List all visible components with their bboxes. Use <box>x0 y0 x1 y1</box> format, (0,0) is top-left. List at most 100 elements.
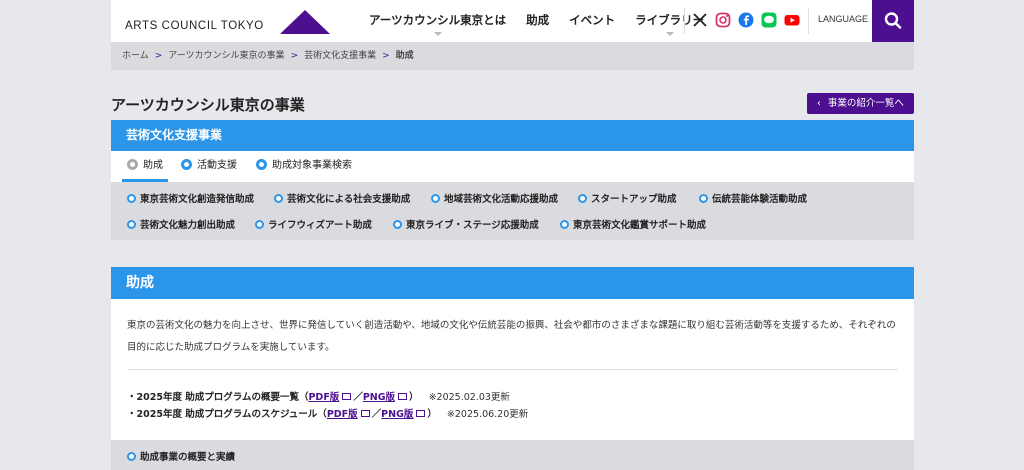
breadcrumb: ホーム > アーツカウンシル東京の事業 > 芸術文化支援事業 > 助成 <box>111 42 914 70</box>
circle-bullet-icon <box>393 220 402 229</box>
main-nav: アーツカウンシル東京とは 助成 イベント ライブラリー <box>359 0 714 42</box>
support-subnav: 東京芸術文化創造発信助成 芸術文化による社会支援助成 地域芸術文化活動応援助成 … <box>111 182 914 240</box>
subnav-item-label: 東京ライブ・ステージ応援助成 <box>406 220 539 231</box>
external-link-icon <box>416 410 426 417</box>
page-title: アーツカウンシル東京の事業 <box>111 96 305 114</box>
nav-events[interactable]: イベント <box>559 0 625 42</box>
subnav-item-label: 伝統芸能体験活動助成 <box>712 194 808 205</box>
subnav-item-label: 芸術文化による社会支援助成 <box>287 194 411 205</box>
item-suffix: ） <box>409 392 419 403</box>
chevron-left-icon: ‹ <box>817 98 821 109</box>
search-button[interactable] <box>872 0 914 42</box>
instagram-icon[interactable] <box>715 12 731 28</box>
external-link-icon <box>342 393 352 400</box>
divider <box>127 369 898 370</box>
subnav-item[interactable]: スタートアップ助成 <box>578 191 677 205</box>
circle-bullet-icon <box>578 194 587 203</box>
subnav-item[interactable]: 東京芸術文化創造発信助成 <box>127 191 254 205</box>
tab-activity-support[interactable]: 活動支援 <box>181 151 237 182</box>
line-icon[interactable] <box>761 12 777 28</box>
support-section-header: 芸術文化支援事業 <box>111 120 914 151</box>
language-selector[interactable]: LANGUAGE <box>818 14 868 24</box>
support-tabs: 助成 活動支援 助成対象事業検索 <box>111 151 914 182</box>
subnav-item-label: 東京芸術文化創造発信助成 <box>140 194 255 205</box>
grant-content: 東京の芸術文化の魅力を向上させ、世界に発信していく創造活動や、地域の文化や伝統芸… <box>111 299 914 440</box>
subnav-item-label: 芸術文化魅力創出助成 <box>140 220 236 231</box>
back-to-list-label: 事業の紹介一覧へ <box>827 98 904 109</box>
circle-bullet-icon <box>699 194 708 203</box>
schedule-png-link[interactable]: PNG版 <box>381 409 413 420</box>
grant-overview-row[interactable]: 助成事業の概要と実績 <box>111 440 914 470</box>
radio-icon <box>127 159 138 170</box>
search-icon <box>884 12 902 29</box>
overview-png-link[interactable]: PNG版 <box>363 392 395 403</box>
subnav-item-label: 東京芸術文化鑑賞サポート助成 <box>573 220 707 231</box>
subnav-item[interactable]: ライフウィズアート助成 <box>255 217 372 231</box>
item-prefix: ・2025年度 助成プログラムの概要一覧（ <box>127 392 309 403</box>
grant-section-header: 助成 <box>111 267 914 299</box>
back-to-list-button[interactable]: ‹ 事業の紹介一覧へ <box>807 93 914 114</box>
youtube-icon[interactable] <box>784 12 800 28</box>
subnav-item[interactable]: 東京芸術文化鑑賞サポート助成 <box>560 217 706 231</box>
circle-bullet-icon <box>274 194 283 203</box>
breadcrumb-support[interactable]: 芸術文化支援事業 <box>304 51 376 61</box>
circle-bullet-icon <box>127 194 136 203</box>
nav-grants[interactable]: 助成 <box>516 0 559 42</box>
breadcrumb-current: 助成 <box>395 51 414 61</box>
breadcrumb-home[interactable]: ホーム <box>122 51 149 61</box>
overview-pdf-link[interactable]: PDF版 <box>308 392 339 403</box>
subnav-item[interactable]: 芸術文化による社会支援助成 <box>274 191 410 205</box>
facebook-icon[interactable] <box>738 12 754 28</box>
item-suffix: ） <box>427 409 437 420</box>
x-icon[interactable] <box>692 12 708 28</box>
breadcrumb-separator: > <box>154 51 163 61</box>
updated-date: ※2025.06.20更新 <box>446 409 529 420</box>
nav-about[interactable]: アーツカウンシル東京とは <box>359 0 516 42</box>
circle-bullet-icon <box>127 452 136 461</box>
divider <box>684 8 685 34</box>
subnav-item[interactable]: 地域芸術文化活動応援助成 <box>431 191 558 205</box>
program-overview-item: ・2025年度 助成プログラムの概要一覧（PDF版 ／PNG版 ） ※2025.02.… <box>127 389 510 403</box>
logo-triangle-icon <box>280 10 330 34</box>
caret-down-icon <box>433 32 442 36</box>
grant-overview-label: 助成事業の概要と実績 <box>140 452 236 463</box>
subnav-item-label: スタートアップ助成 <box>591 194 677 205</box>
subnav-item[interactable]: 東京ライブ・ステージ応援助成 <box>393 217 539 231</box>
tab-activity-support-label: 活動支援 <box>197 160 237 171</box>
radio-icon <box>256 159 267 170</box>
grant-overview-link[interactable]: 助成事業の概要と実績 <box>127 449 235 463</box>
schedule-pdf-link[interactable]: PDF版 <box>327 409 358 420</box>
updated-date: ※2025.02.03更新 <box>428 392 510 403</box>
tab-grants[interactable]: 助成 <box>122 151 168 182</box>
grant-description: 東京の芸術文化の魅力を向上させ、世界に発信していく創造活動や、地域の文化や伝統芸… <box>127 320 896 353</box>
item-slash: ／ <box>371 409 382 420</box>
nav-about-label: アーツカウンシル東京とは <box>369 13 507 27</box>
radio-icon <box>181 159 192 170</box>
external-link-icon <box>360 410 370 417</box>
program-schedule-item: ・2025年度 助成プログラムのスケジュール（PDF版 ／PNG版 ） ※2025.0… <box>127 406 528 420</box>
site-logo[interactable]: ARTS COUNCIL TOKYO <box>125 10 335 34</box>
subnav-item-label: 地域芸術文化活動応援助成 <box>444 194 559 205</box>
circle-bullet-icon <box>255 220 264 229</box>
breadcrumb-separator: > <box>290 51 299 61</box>
item-slash: ／ <box>353 392 363 403</box>
site-header: ARTS COUNCIL TOKYO アーツカウンシル東京とは 助成 イベント … <box>111 0 914 42</box>
tab-grant-search-label: 助成対象事業検索 <box>272 160 352 171</box>
subnav-item-label: ライフウィズアート助成 <box>268 220 372 231</box>
nav-events-label: イベント <box>569 13 616 27</box>
breadcrumb-separator: > <box>382 51 390 61</box>
item-prefix: ・2025年度 助成プログラムのスケジュール（ <box>127 409 327 420</box>
caret-down-icon <box>665 32 674 36</box>
circle-bullet-icon <box>127 220 136 229</box>
subnav-item[interactable]: 芸術文化魅力創出助成 <box>127 217 235 231</box>
subnav-item[interactable]: 伝統芸能体験活動助成 <box>699 191 807 205</box>
breadcrumb-projects[interactable]: アーツカウンシル東京の事業 <box>168 51 284 61</box>
logo-text: ARTS COUNCIL TOKYO <box>125 20 264 32</box>
nav-grants-label: 助成 <box>526 13 550 27</box>
divider <box>808 8 809 34</box>
tab-grant-search[interactable]: 助成対象事業検索 <box>256 151 352 182</box>
circle-bullet-icon <box>431 194 440 203</box>
tab-grants-label: 助成 <box>143 160 163 171</box>
external-link-icon <box>398 393 408 400</box>
circle-bullet-icon <box>560 220 569 229</box>
